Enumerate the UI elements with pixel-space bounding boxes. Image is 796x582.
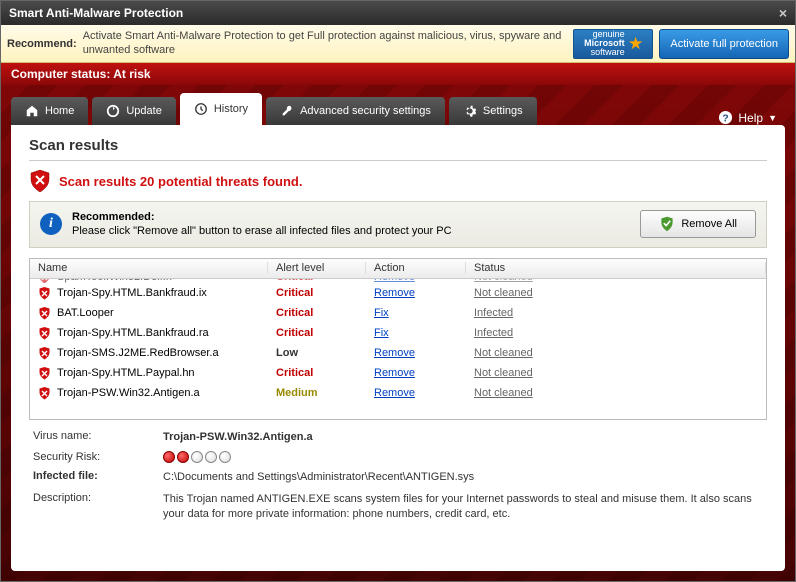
threats-alert-text: Scan results 20 potential threats found. xyxy=(59,174,302,189)
status-text: Not cleaned xyxy=(466,287,766,299)
recommend-text: Activate Smart Anti-Malware Protection t… xyxy=(83,30,568,56)
status-text: Not cleaned xyxy=(466,367,766,379)
recommend-label: Recommend: xyxy=(7,38,77,50)
help-icon: ? xyxy=(718,110,733,125)
alert-level: Low xyxy=(268,347,366,359)
action-link[interactable]: Remove xyxy=(366,347,466,359)
action-link[interactable]: Remove xyxy=(366,287,466,299)
threat-name: Trojan-Spy.HTML.Bankfraud.ix xyxy=(30,286,268,300)
tab-advanced[interactable]: Advanced security settings xyxy=(266,97,445,125)
risk-dot xyxy=(205,451,217,463)
threat-name: SpamTool.Win32.Delf.h xyxy=(30,279,268,283)
tab-bar: Home Update History Advanced security se… xyxy=(11,93,785,125)
risk-indicator xyxy=(163,451,763,463)
table-header: Name Alert level Action Status xyxy=(30,259,766,279)
status-bar: Computer status: At risk xyxy=(1,63,795,85)
alert-level: Medium xyxy=(268,387,366,399)
wrench-icon xyxy=(280,104,294,118)
title-bar: Smart Anti-Malware Protection × xyxy=(1,1,795,25)
tab-update[interactable]: Update xyxy=(92,97,175,125)
risk-dot xyxy=(191,451,203,463)
table-body[interactable]: SpamTool.Win32.Delf.hCriticalRemoveNot c… xyxy=(30,279,766,419)
action-link[interactable]: Fix xyxy=(366,307,466,319)
threats-alert: Scan results 20 potential threats found. xyxy=(29,169,767,193)
scan-results-title: Scan results xyxy=(29,137,767,161)
infected-file-label: Infected file: xyxy=(33,470,163,482)
alert-level: Critical xyxy=(268,279,366,283)
virus-name-label: Virus name: xyxy=(33,430,163,442)
risk-dot xyxy=(177,451,189,463)
col-alert[interactable]: Alert level xyxy=(268,262,366,274)
action-link[interactable]: Remove xyxy=(366,367,466,379)
threat-details: Virus name: Trojan-PSW.Win32.Antigen.a S… xyxy=(29,420,767,529)
col-name[interactable]: Name xyxy=(30,262,268,274)
recommended-text: Please click "Remove all" button to eras… xyxy=(72,224,630,238)
activate-button[interactable]: Activate full protection xyxy=(659,29,789,59)
recommended-label: Recommended: xyxy=(72,210,630,224)
star-icon xyxy=(629,37,643,51)
content-panel: Scan results Scan results 20 potential t… xyxy=(11,125,785,571)
threats-table: Name Alert level Action Status SpamTool.… xyxy=(29,258,767,420)
app-title: Smart Anti-Malware Protection xyxy=(9,6,183,20)
info-icon: i xyxy=(40,213,62,235)
remove-all-button[interactable]: Remove All xyxy=(640,210,756,238)
table-row[interactable]: BAT.LooperCriticalFixInfected xyxy=(30,303,766,323)
tab-home[interactable]: Home xyxy=(11,97,88,125)
table-row[interactable]: Trojan-SMS.J2ME.RedBrowser.aLowRemoveNot… xyxy=(30,343,766,363)
alert-level: Critical xyxy=(268,367,366,379)
status-text: Infected xyxy=(466,327,766,339)
risk-dot xyxy=(163,451,175,463)
alert-level: Critical xyxy=(268,307,366,319)
description-value: This Trojan named ANTIGEN.EXE scans syst… xyxy=(163,492,763,522)
description-label: Description: xyxy=(33,492,163,504)
threat-name: BAT.Looper xyxy=(30,306,268,320)
tab-history[interactable]: History xyxy=(180,93,262,125)
table-row[interactable]: Trojan-Spy.HTML.Bankfraud.ixCriticalRemo… xyxy=(30,283,766,303)
recommend-bar: Recommend: Activate Smart Anti-Malware P… xyxy=(1,25,795,63)
infected-file-value: C:\Documents and Settings\Administrator\… xyxy=(163,470,763,485)
svg-text:?: ? xyxy=(723,113,729,124)
table-row[interactable]: Trojan-PSW.Win32.Antigen.aMediumRemoveNo… xyxy=(30,383,766,403)
virus-name-value: Trojan-PSW.Win32.Antigen.a xyxy=(163,430,763,445)
home-icon xyxy=(25,104,39,118)
update-icon xyxy=(106,104,120,118)
threat-name: Trojan-Spy.HTML.Bankfraud.ra xyxy=(30,326,268,340)
recommended-box: i Recommended: Please click "Remove all"… xyxy=(29,201,767,248)
threat-name: Trojan-PSW.Win32.Antigen.a xyxy=(30,386,268,400)
threat-name: Trojan-Spy.HTML.Paypal.hn xyxy=(30,366,268,380)
table-row[interactable]: Trojan-Spy.HTML.Paypal.hnCriticalRemoveN… xyxy=(30,363,766,383)
gear-icon xyxy=(463,104,477,118)
app-window: Smart Anti-Malware Protection × Recommen… xyxy=(0,0,796,582)
threat-name: Trojan-SMS.J2ME.RedBrowser.a xyxy=(30,346,268,360)
status-text: Infected xyxy=(466,307,766,319)
alert-level: Critical xyxy=(268,287,366,299)
status-text: Not cleaned xyxy=(466,347,766,359)
close-icon[interactable]: × xyxy=(779,5,787,21)
genuine-badge: genuine Microsoft software xyxy=(573,29,653,59)
status-text: Not cleaned xyxy=(466,387,766,399)
shield-alert-icon xyxy=(29,169,51,193)
status-text: Not cleaned xyxy=(466,279,766,283)
action-link[interactable]: Remove xyxy=(366,279,466,283)
action-link[interactable]: Fix xyxy=(366,327,466,339)
chevron-down-icon: ▼ xyxy=(768,113,777,123)
col-action[interactable]: Action xyxy=(366,262,466,274)
main-area: Home Update History Advanced security se… xyxy=(1,85,795,581)
risk-dot xyxy=(219,451,231,463)
history-icon xyxy=(194,102,208,116)
shield-check-icon xyxy=(659,216,675,232)
table-row[interactable]: Trojan-Spy.HTML.Bankfraud.raCriticalFixI… xyxy=(30,323,766,343)
action-link[interactable]: Remove xyxy=(366,387,466,399)
col-status[interactable]: Status xyxy=(466,262,766,274)
alert-level: Critical xyxy=(268,327,366,339)
table-row[interactable]: SpamTool.Win32.Delf.hCriticalRemoveNot c… xyxy=(30,279,766,283)
help-menu[interactable]: ? Help ▼ xyxy=(710,110,785,125)
tab-settings[interactable]: Settings xyxy=(449,97,537,125)
security-risk-label: Security Risk: xyxy=(33,451,163,463)
